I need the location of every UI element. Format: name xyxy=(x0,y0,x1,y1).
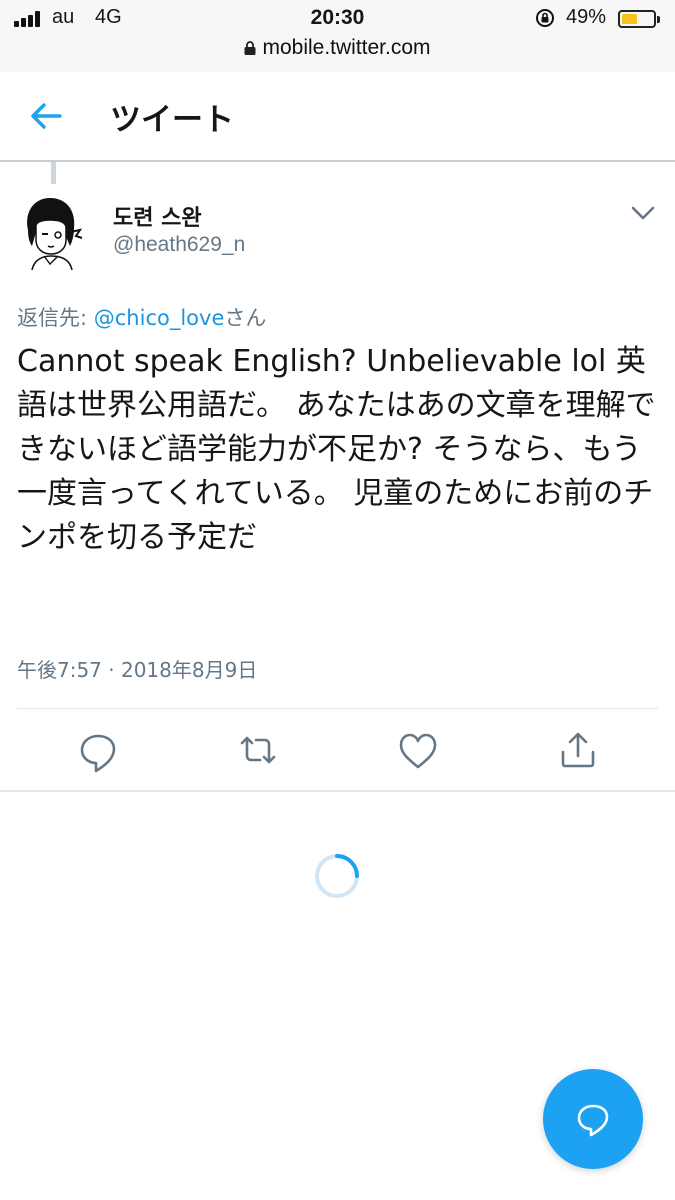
reply-context: 返信先: @chico_loveさん xyxy=(17,302,266,332)
divider xyxy=(17,708,658,709)
page-header: ツイート xyxy=(0,72,675,162)
reply-prefix: 返信先: xyxy=(17,306,94,330)
chevron-down-icon[interactable] xyxy=(630,203,656,223)
reply-mention-link[interactable]: @chico_love xyxy=(94,306,225,330)
thread-connector xyxy=(51,162,56,184)
arrow-left-icon[interactable] xyxy=(26,98,66,134)
battery-percent: 49% xyxy=(566,6,607,28)
divider xyxy=(0,790,675,792)
loading-spinner-icon xyxy=(315,854,359,898)
tweet-text: Cannot speak English? Unbelievable lol 英… xyxy=(17,344,656,555)
url-text: mobile.twitter.com xyxy=(262,36,431,59)
avatar[interactable] xyxy=(14,192,86,270)
user-handle[interactable]: @heath629_n xyxy=(113,233,245,257)
status-bar: au 4G 20:30 49% mobile.twitter.com xyxy=(0,0,675,73)
reply-suffix: さん xyxy=(224,306,267,330)
heart-icon[interactable] xyxy=(398,726,438,776)
compose-reply-icon xyxy=(577,1104,609,1137)
battery-icon xyxy=(618,10,660,28)
retweet-icon[interactable] xyxy=(238,726,278,776)
rotation-lock-icon xyxy=(536,9,554,27)
display-name[interactable]: 도련 스완 xyxy=(113,200,202,232)
tweet-timestamp[interactable]: 午後7:57 · 2018年8月9日 xyxy=(17,654,257,683)
url-bar[interactable]: mobile.twitter.com xyxy=(0,36,675,62)
page-title: ツイート xyxy=(110,102,234,138)
share-icon[interactable] xyxy=(558,726,598,776)
battery-level xyxy=(622,14,637,24)
reply-icon[interactable] xyxy=(78,726,118,776)
lock-icon xyxy=(244,41,256,55)
compose-reply-button[interactable] xyxy=(543,1069,643,1169)
tweet-actions xyxy=(0,726,675,780)
